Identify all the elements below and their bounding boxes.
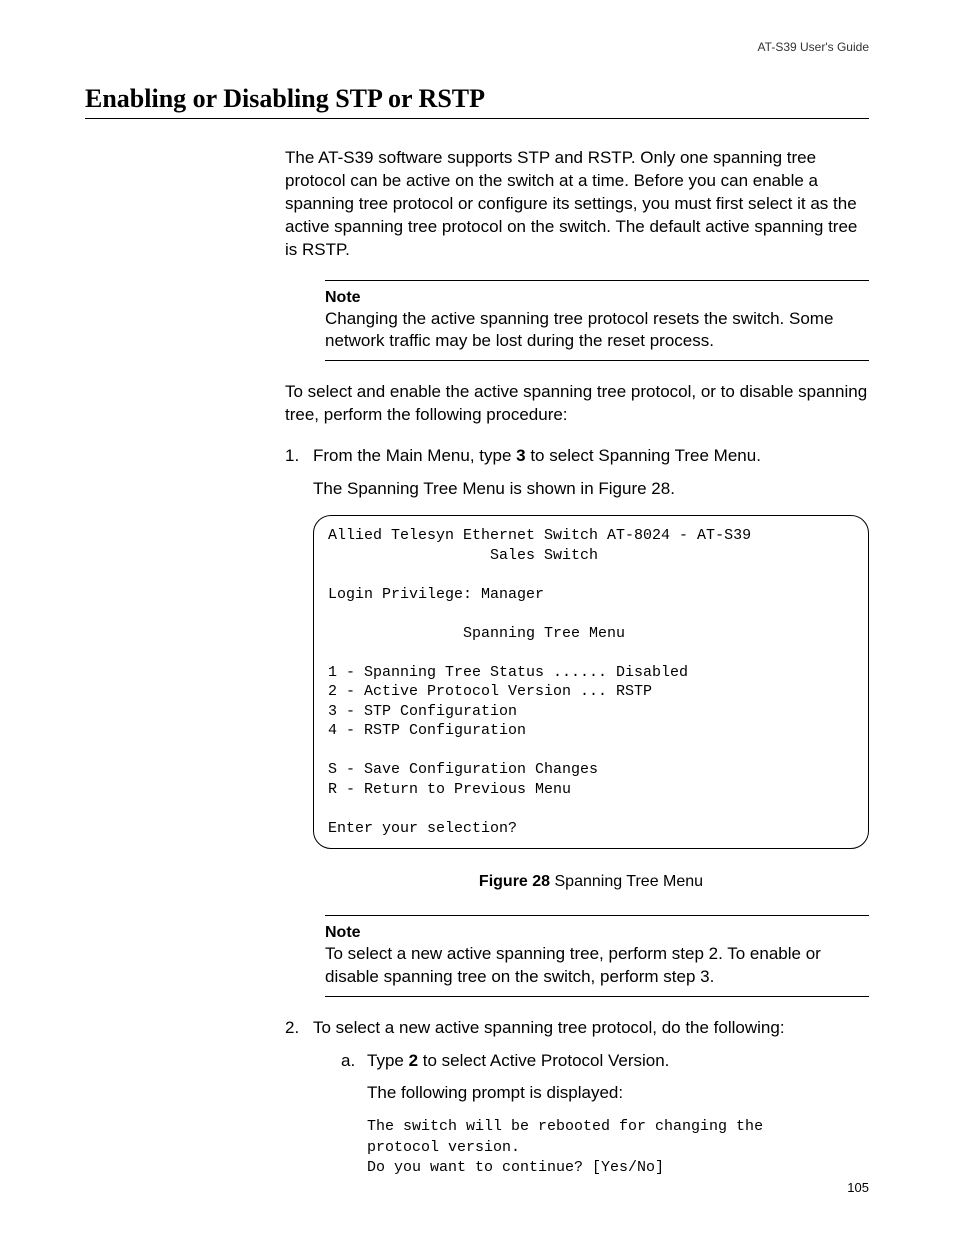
figure-text: Spanning Tree Menu	[550, 873, 703, 890]
intro-paragraph-2: To select and enable the active spanning…	[285, 381, 869, 427]
substep-a-post: to select Active Protocol Version.	[418, 1051, 669, 1070]
step-text: To select a new active spanning tree pro…	[313, 1017, 869, 1040]
term-line: 3 - STP Configuration	[328, 703, 517, 720]
substep-a: a. Type 2 to select Active Protocol Vers…	[341, 1050, 869, 1073]
step1-post: to select Spanning Tree Menu.	[526, 446, 761, 465]
step-number: 2.	[285, 1017, 313, 1040]
step-1: 1. From the Main Menu, type 3 to select …	[285, 445, 869, 468]
term-line: R - Return to Previous Menu	[328, 781, 571, 798]
substep-a-result: The following prompt is displayed:	[367, 1082, 869, 1105]
note-body: To select a new active spanning tree, pe…	[325, 943, 869, 987]
term-line: Login Privilege: Manager	[328, 586, 544, 603]
note-box-1: Note Changing the active spanning tree p…	[325, 280, 869, 362]
content-area: The AT-S39 software supports STP and RST…	[285, 147, 869, 1178]
term-line: Allied Telesyn Ethernet Switch AT-8024 -…	[328, 527, 751, 544]
note-box-2: Note To select a new active spanning tre…	[325, 915, 869, 997]
step-number: 1.	[285, 445, 313, 468]
substep-a-bold: 2	[409, 1051, 418, 1070]
note-body: Changing the active spanning tree protoc…	[325, 308, 869, 352]
figure-label: Figure 28	[479, 873, 550, 890]
step1-bold: 3	[516, 446, 525, 465]
substep-a-pre: Type	[367, 1051, 409, 1070]
term-line: 1 - Spanning Tree Status ...... Disabled	[328, 664, 688, 681]
note-label: Note	[325, 287, 869, 309]
term-line: 2 - Active Protocol Version ... RSTP	[328, 683, 652, 700]
figure-caption: Figure 28 Spanning Tree Menu	[313, 871, 869, 893]
step1-result: The Spanning Tree Menu is shown in Figur…	[313, 478, 869, 501]
note-label: Note	[325, 922, 869, 944]
term-line: S - Save Configuration Changes	[328, 761, 598, 778]
substep-text: Type 2 to select Active Protocol Version…	[367, 1050, 869, 1073]
intro-paragraph: The AT-S39 software supports STP and RST…	[285, 147, 869, 262]
step-text: From the Main Menu, type 3 to select Spa…	[313, 445, 869, 468]
step-2: 2. To select a new active spanning tree …	[285, 1017, 869, 1040]
term-line: Sales Switch	[328, 547, 598, 564]
term-line: Enter your selection?	[328, 820, 517, 837]
terminal-wrap: Allied Telesyn Ethernet Switch AT-8024 -…	[313, 515, 869, 849]
term-line: 4 - RSTP Configuration	[328, 722, 526, 739]
terminal-screen: Allied Telesyn Ethernet Switch AT-8024 -…	[313, 515, 869, 849]
prompt-code: The switch will be rebooted for changing…	[367, 1117, 869, 1178]
term-line: Spanning Tree Menu	[328, 625, 625, 642]
step1-pre: From the Main Menu, type	[313, 446, 516, 465]
section-title: Enabling or Disabling STP or RSTP	[85, 84, 869, 119]
header-guide-name: AT-S39 User's Guide	[85, 40, 869, 54]
substep-letter: a.	[341, 1050, 367, 1073]
page-number: 105	[847, 1180, 869, 1195]
